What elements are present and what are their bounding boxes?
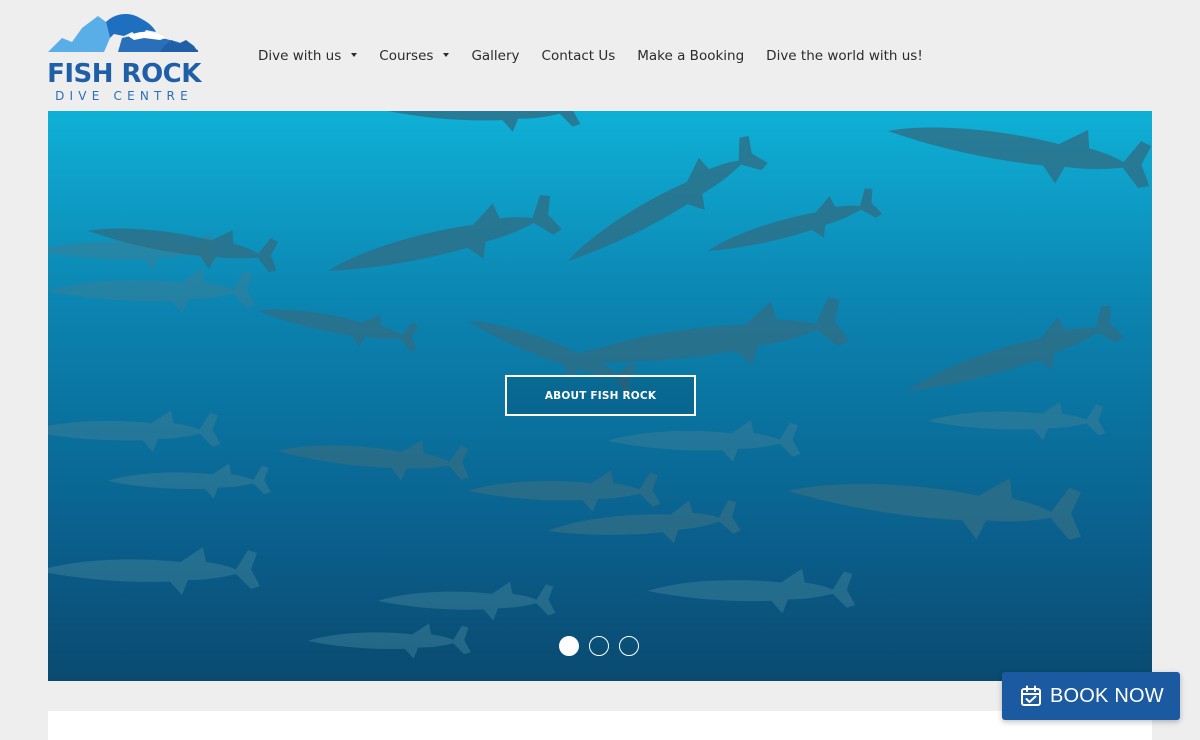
nav-item-label: Courses bbox=[379, 48, 434, 64]
about-fish-rock-button[interactable]: ABOUT FISH ROCK bbox=[505, 375, 696, 416]
main-nav: Dive with us Courses Gallery Contact Us … bbox=[258, 46, 945, 66]
nav-item-label: Dive with us bbox=[258, 48, 342, 64]
site-logo[interactable]: FISH ROCK DIVE CENTRE bbox=[46, 12, 202, 104]
slide-dot-1[interactable] bbox=[559, 636, 579, 656]
nav-item-courses[interactable]: Courses bbox=[379, 48, 450, 64]
content-panel bbox=[48, 711, 1152, 740]
nav-item-gallery[interactable]: Gallery bbox=[471, 48, 519, 64]
site-header: FISH ROCK DIVE CENTRE Dive with us Cours… bbox=[0, 0, 1200, 111]
nav-item-contact-us[interactable]: Contact Us bbox=[542, 48, 616, 64]
slider-pagination bbox=[559, 636, 649, 656]
mountain-shark-logo-icon bbox=[48, 14, 198, 52]
logo-subtitle: DIVE CENTRE bbox=[55, 89, 193, 103]
caret-down-icon bbox=[351, 53, 358, 57]
logo-title: FISH ROCK bbox=[47, 59, 201, 89]
nav-item-make-a-booking[interactable]: Make a Booking bbox=[637, 48, 744, 64]
nav-item-dive-with-us[interactable]: Dive with us bbox=[258, 48, 358, 64]
calendar-check-icon bbox=[1021, 685, 1041, 706]
nav-item-label: Make a Booking bbox=[637, 48, 745, 64]
slide-dot-3[interactable] bbox=[619, 636, 639, 656]
nav-item-label: Dive the world with us! bbox=[766, 48, 923, 64]
hero-slider: ABOUT FISH ROCK bbox=[48, 111, 1152, 681]
book-now-label: BOOK NOW bbox=[1050, 684, 1164, 707]
caret-down-icon bbox=[443, 53, 450, 57]
slide-dot-2[interactable] bbox=[589, 636, 609, 656]
nav-item-label: Contact Us bbox=[541, 48, 616, 64]
book-now-button[interactable]: BOOK NOW bbox=[1002, 672, 1180, 720]
nav-item-dive-the-world[interactable]: Dive the world with us! bbox=[766, 48, 923, 64]
nav-item-label: Gallery bbox=[471, 48, 520, 64]
